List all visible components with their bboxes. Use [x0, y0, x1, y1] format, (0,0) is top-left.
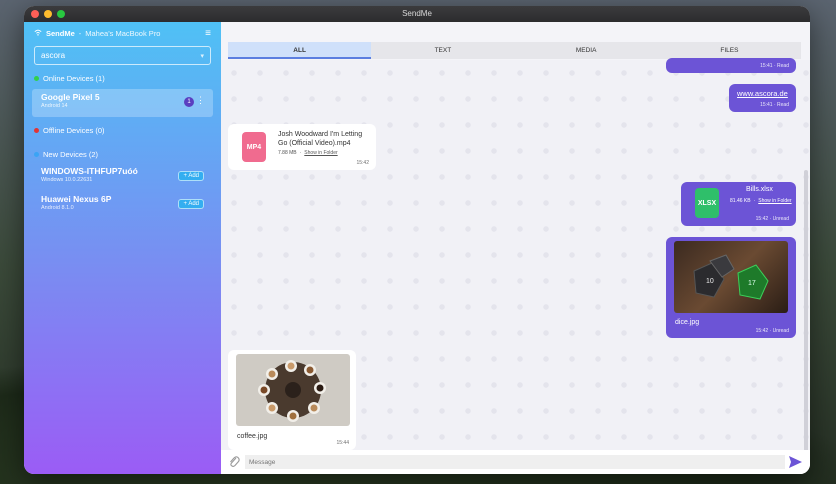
search-value: ascora	[41, 51, 66, 60]
message-bubble-image-incoming[interactable]: coffee.jpg 15:44	[228, 350, 356, 450]
message-bubble-file-outgoing[interactable]: XLSX Bills.xlsx 81.46 KB · Show in Folde…	[681, 182, 796, 226]
message-bubble-file-incoming[interactable]: MP4 Josh Woodward I'm Letting Go (Offici…	[228, 124, 376, 170]
filter-tabs: ALL TEXT MEDIA FILES	[228, 42, 801, 59]
more-options-icon[interactable]: ⋮	[196, 96, 205, 105]
tab-text[interactable]: TEXT	[371, 42, 514, 59]
attach-paperclip-icon[interactable]	[228, 455, 240, 473]
spreadsheet-file-icon: XLSX	[695, 188, 719, 218]
network-icon: ▾	[200, 52, 204, 60]
file-detail-separator: ·	[753, 198, 756, 204]
new-devices-label: New Devices (2)	[43, 149, 99, 159]
file-details: 81.46 KB · Show in Folder	[730, 198, 792, 204]
offline-devices-header[interactable]: Offline Devices (0)	[24, 123, 221, 137]
file-size: 81.46 KB	[730, 198, 751, 204]
minimize-window-button[interactable]	[44, 10, 52, 18]
window-controls	[31, 10, 65, 18]
close-window-button[interactable]	[31, 10, 39, 18]
tab-media[interactable]: MEDIA	[515, 42, 658, 59]
file-size: 7.88 MB	[278, 150, 297, 156]
message-meta: 15:41 · Read	[760, 102, 789, 108]
message-list[interactable]: 15:41 · Read www.ascora.de 15:41 · Read …	[221, 58, 810, 470]
device-item-huawei-nexus-6p[interactable]: Huawei Nexus 6P Android 8.1.0 + Add	[24, 191, 221, 219]
message-meta: 15:41 · Read	[760, 63, 789, 69]
message-time: 15:44	[336, 440, 349, 446]
message-link[interactable]: www.ascora.de	[737, 89, 788, 98]
online-devices-header[interactable]: Online Devices (1)	[24, 71, 221, 85]
online-devices-label: Online Devices (1)	[43, 73, 105, 83]
message-bubble-image-outgoing[interactable]: 10 17 dice.jpg 15:42 · Unread	[666, 237, 796, 338]
message-meta: 15:42 · Unread	[755, 216, 789, 222]
add-device-button[interactable]: + Add	[178, 171, 204, 181]
chat-scrollbar[interactable]	[804, 170, 808, 470]
hamburger-menu-icon[interactable]: ≡	[205, 28, 211, 39]
device-search-field[interactable]: ascora ▾	[34, 46, 211, 65]
zoom-window-button[interactable]	[57, 10, 65, 18]
new-devices-header[interactable]: New Devices (2)	[24, 147, 221, 161]
header-separator: -	[78, 28, 82, 38]
sidebar: SendMe - Mahea's MacBook Pro ≡ ascora ▾ …	[24, 22, 221, 474]
tab-files[interactable]: FILES	[658, 42, 801, 59]
video-file-icon: MP4	[242, 132, 266, 162]
file-detail-separator: ·	[299, 150, 302, 156]
dice-image[interactable]: 10 17	[674, 241, 788, 313]
show-in-folder-link[interactable]: Show in Folder	[304, 150, 337, 156]
image-filename: coffee.jpg	[237, 433, 268, 440]
app-name: SendMe	[46, 28, 75, 38]
title-bar: SendMe	[24, 6, 810, 22]
chat-panel: ALL TEXT MEDIA FILES 15:41 · Read www.as…	[221, 22, 810, 474]
add-device-button[interactable]: + Add	[178, 199, 204, 209]
device-item-google-pixel-5[interactable]: Google Pixel 5 Android 14 1 ⋮	[32, 89, 213, 117]
message-bubble-link[interactable]: www.ascora.de 15:41 · Read	[729, 84, 796, 112]
device-item-windows[interactable]: WINDOWS-ITHFUP7uóó Windows 10.0.22631 + …	[24, 163, 221, 191]
svg-text:17: 17	[748, 280, 756, 287]
window-title: SendMe	[402, 9, 432, 18]
coffee-image[interactable]	[236, 354, 350, 426]
image-filename: dice.jpg	[675, 319, 700, 326]
composer-bar	[221, 450, 810, 474]
send-icon[interactable]	[789, 455, 802, 473]
message-time: 15:42	[356, 160, 369, 166]
show-in-folder-link[interactable]: Show in Folder	[758, 198, 791, 204]
new-status-dot	[34, 151, 39, 157]
message-bubble-outgoing[interactable]: 15:41 · Read	[666, 58, 796, 73]
file-name: Bills.xlsx	[746, 186, 773, 193]
unread-badge: 1	[184, 97, 194, 107]
svg-text:10: 10	[706, 278, 714, 285]
online-status-dot	[34, 75, 39, 81]
offline-status-dot	[34, 127, 39, 133]
device-os: Android 14	[41, 103, 68, 109]
wifi-icon	[34, 29, 42, 38]
offline-devices-label: Offline Devices (0)	[43, 125, 105, 135]
message-input[interactable]	[245, 455, 785, 469]
device-name: Google Pixel 5	[41, 92, 100, 102]
message-meta: 15:42 · Unread	[755, 328, 789, 334]
this-device-name: Mahea's MacBook Pro	[85, 28, 161, 38]
app-window: SendMe SendMe - Mahea's MacBook Pro ≡ as…	[24, 6, 810, 474]
tab-all[interactable]: ALL	[228, 42, 372, 59]
file-name: Josh Woodward I'm Letting Go (Official V…	[278, 131, 363, 147]
file-details: 7.88 MB · Show in Folder	[278, 150, 338, 156]
sidebar-header: SendMe - Mahea's MacBook Pro ≡	[24, 22, 221, 44]
